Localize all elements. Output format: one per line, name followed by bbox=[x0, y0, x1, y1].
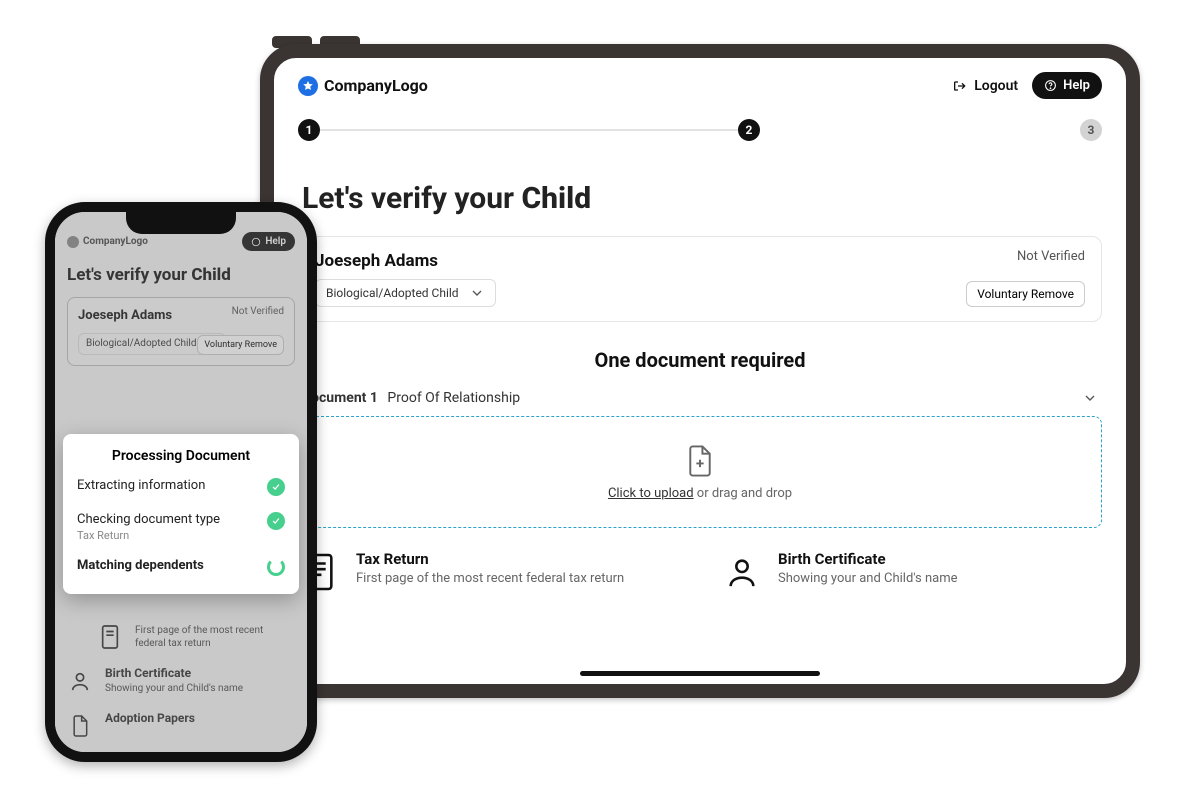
verification-status: Not Verified bbox=[1017, 249, 1085, 264]
dependent-name: Joeseph Adams bbox=[315, 251, 1085, 271]
check-icon bbox=[267, 478, 285, 496]
progress-steps: 1 2 3 bbox=[274, 109, 1126, 145]
requirement-heading: One document required bbox=[298, 348, 1102, 372]
upload-rest-label: or drag and drop bbox=[694, 486, 792, 501]
step-2: 2 bbox=[738, 119, 760, 141]
star-icon bbox=[298, 76, 318, 96]
tablet-header: CompanyLogo Logout Help bbox=[274, 58, 1126, 109]
help-button[interactable]: Help bbox=[1032, 72, 1102, 99]
logout-label: Logout bbox=[974, 78, 1018, 94]
brand-logo: CompanyLogo bbox=[298, 76, 428, 96]
chevron-down-icon bbox=[469, 285, 485, 301]
processing-panel: Processing Document Extracting informati… bbox=[63, 434, 299, 594]
option-birth-certificate[interactable]: Birth Certificate Showing your and Child… bbox=[720, 550, 1102, 594]
document-options: Tax Return First page of the most recent… bbox=[298, 550, 1102, 594]
phone-frame: CompanyLogo Help Let's verify your Child… bbox=[45, 202, 317, 762]
chevron-down-icon bbox=[1082, 390, 1098, 406]
logout-button[interactable]: Logout bbox=[952, 78, 1018, 94]
help-icon bbox=[1044, 79, 1057, 92]
processing-step-matching: Matching dependents bbox=[77, 558, 285, 576]
check-icon bbox=[267, 512, 285, 530]
processing-step-extract: Extracting information bbox=[77, 478, 285, 496]
home-indicator bbox=[580, 671, 820, 676]
option-tax-return[interactable]: Tax Return First page of the most recent… bbox=[298, 550, 680, 594]
logout-icon bbox=[952, 78, 968, 94]
brand-name: CompanyLogo bbox=[324, 76, 428, 95]
page-title: Let's verify your Child bbox=[302, 181, 1098, 216]
processing-step-doctype: Checking document type Tax Return bbox=[77, 512, 285, 542]
person-icon bbox=[720, 550, 764, 594]
voluntary-remove-button[interactable]: Voluntary Remove bbox=[966, 281, 1085, 307]
file-plus-icon bbox=[685, 444, 715, 478]
dependent-card: Joeseph Adams Biological/Adopted Child N… bbox=[298, 236, 1102, 322]
upload-click-label: Click to upload bbox=[608, 486, 694, 501]
document-section-header[interactable]: Document 1 Proof Of Relationship bbox=[302, 390, 1098, 406]
phone-notch bbox=[126, 212, 236, 234]
doc-type-label: Proof Of Relationship bbox=[387, 390, 520, 406]
upload-dropzone[interactable]: Click to upload or drag and drop bbox=[298, 416, 1102, 528]
processing-title: Processing Document bbox=[77, 448, 285, 464]
relation-value: Biological/Adopted Child bbox=[326, 286, 459, 300]
relation-select[interactable]: Biological/Adopted Child bbox=[315, 279, 496, 307]
tablet-frame: CompanyLogo Logout Help 1 2 3 Let's veri… bbox=[260, 44, 1140, 698]
step-1: 1 bbox=[298, 119, 320, 141]
step-3: 3 bbox=[1080, 119, 1102, 141]
help-label: Help bbox=[1063, 78, 1090, 93]
spinner-icon bbox=[267, 558, 285, 576]
